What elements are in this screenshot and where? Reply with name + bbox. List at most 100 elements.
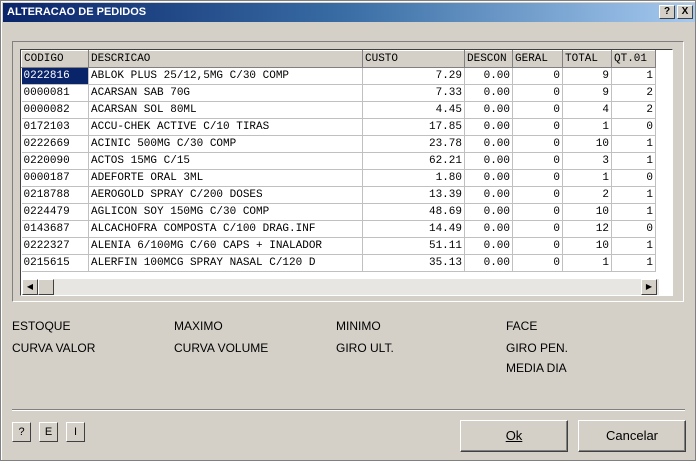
horizontal-scrollbar[interactable]: ◀ ▶ [22,279,659,295]
table-cell[interactable]: 0218788 [21,186,89,204]
table-cell[interactable]: 0 [512,220,563,238]
table-cell[interactable]: 0 [512,203,563,221]
table-cell[interactable]: 0.00 [464,237,513,255]
table-row[interactable]: 0000081 ACARSAN SAB 70G 7.33 0.00 0 9 2 [21,84,656,102]
table-cell[interactable]: 1 [611,186,656,204]
table-cell[interactable]: 0.00 [464,169,513,187]
column-header[interactable]: GERAL [512,50,563,68]
title-bar[interactable]: ALTERACAO DE PEDIDOS ? X [3,3,695,22]
table-cell[interactable]: 51.11 [362,237,465,255]
table-cell[interactable]: 2 [611,84,656,102]
table-cell[interactable]: 35.13 [362,254,465,272]
table-cell[interactable]: AEROGOLD SPRAY C/200 DOSES [88,186,363,204]
title-close-button[interactable]: X [677,5,693,19]
table-row[interactable]: 0215615 ALERFIN 100MCG SPRAY NASAL C/120 … [21,254,656,272]
title-help-button[interactable]: ? [659,5,675,19]
table-cell[interactable]: ALENIA 6/100MG C/60 CAPS + INALADOR [88,237,363,255]
column-header[interactable]: DESCRICAO [88,50,363,68]
table-cell[interactable]: 0 [512,254,563,272]
table-row[interactable]: 0222816 ABLOK PLUS 25/12,5MG C/30 COMP 7.2… [21,67,656,85]
table-cell[interactable]: 0222327 [21,237,89,255]
table-cell[interactable]: 0224479 [21,203,89,221]
table-cell[interactable]: 0.00 [464,203,513,221]
table-cell[interactable]: ADEFORTE ORAL 3ML [88,169,363,187]
table-cell[interactable]: ABLOK PLUS 25/12,5MG C/30 COMP [88,67,363,85]
table-row[interactable]: 0143687 ALCACHOFRA COMPOSTA C/100 DRAG.IN… [21,220,656,238]
table-row[interactable]: 0220090 ACTOS 15MG C/15 62.21 0.00 0 3 1 [21,152,656,170]
e-button[interactable]: E [39,422,58,442]
table-cell[interactable]: ACCU-CHEK ACTIVE C/10 TIRAS [88,118,363,136]
table-cell[interactable]: ACARSAN SOL 80ML [88,101,363,119]
table-cell[interactable]: 0.00 [464,67,513,85]
table-cell[interactable]: ACTOS 15MG C/15 [88,152,363,170]
table-cell[interactable]: 1 [611,237,656,255]
table-cell[interactable]: 0 [512,186,563,204]
horizontal-scroll-thumb[interactable] [38,279,54,295]
table-cell[interactable]: 10 [562,135,612,153]
column-header[interactable]: DESCON [464,50,513,68]
table-cell[interactable]: 4.45 [362,101,465,119]
table-row[interactable]: 0000082 ACARSAN SOL 80ML 4.45 0.00 0 4 2 [21,101,656,119]
table-row[interactable]: 0222327 ALENIA 6/100MG C/60 CAPS + INALAD… [21,237,656,255]
table-row[interactable]: 0222669 ACINIC 500MG C/30 COMP 23.78 0.00 0 1… [21,135,656,153]
table-cell[interactable]: 0.00 [464,254,513,272]
table-row[interactable]: 0000187 ADEFORTE ORAL 3ML 1.80 0.00 0 1 0 [21,169,656,187]
table-cell[interactable]: 9 [562,84,612,102]
help-button[interactable]: ? [12,422,31,442]
table-cell[interactable]: 1.80 [362,169,465,187]
table-cell[interactable]: 17.85 [362,118,465,136]
table-cell[interactable]: 62.21 [362,152,465,170]
arrow-right-icon[interactable]: ▶ [641,279,657,295]
table-cell[interactable]: AGLICON SOY 150MG C/30 COMP [88,203,363,221]
table-row[interactable]: 0218788 AEROGOLD SPRAY C/200 DOSES 13.39 0.… [21,186,656,204]
table-cell[interactable]: 0000081 [21,84,89,102]
cancel-button[interactable]: Cancelar [578,420,686,452]
column-header[interactable]: CODIGO [21,50,89,68]
table-cell[interactable]: 1 [562,169,612,187]
table-cell[interactable]: 0.00 [464,101,513,119]
i-button[interactable]: I [66,422,85,442]
table-cell[interactable]: 0220090 [21,152,89,170]
table-cell[interactable]: 3 [562,152,612,170]
table-cell[interactable]: 1 [611,152,656,170]
table-cell[interactable]: 1 [562,118,612,136]
column-header[interactable]: TOTAL [562,50,612,68]
table-cell[interactable]: 4 [562,101,612,119]
table-cell[interactable]: 0 [512,237,563,255]
table-cell[interactable]: 0143687 [21,220,89,238]
table-cell[interactable]: 2 [611,101,656,119]
table-cell[interactable]: 0.00 [464,84,513,102]
table-cell[interactable]: 1 [611,203,656,221]
table-cell[interactable]: 0 [512,169,563,187]
table-cell[interactable]: 0000187 [21,169,89,187]
table-cell[interactable]: 0 [512,152,563,170]
ok-button[interactable]: Ok [460,420,568,452]
table-cell[interactable]: 48.69 [362,203,465,221]
table-cell[interactable]: 7.29 [362,67,465,85]
table-cell[interactable]: 0 [512,101,563,119]
table-cell[interactable]: 7.33 [362,84,465,102]
arrow-left-icon[interactable]: ◀ [22,279,38,295]
table-cell[interactable]: 23.78 [362,135,465,153]
table-cell[interactable]: 0222816 [21,67,89,85]
table-cell[interactable]: 0172103 [21,118,89,136]
table-cell[interactable]: 0.00 [464,135,513,153]
table-cell[interactable]: 0222669 [21,135,89,153]
table-cell[interactable]: 1 [611,254,656,272]
table-cell[interactable]: 0 [512,118,563,136]
table-cell[interactable]: 0 [611,169,656,187]
table-cell[interactable]: ACARSAN SAB 70G [88,84,363,102]
table-cell[interactable]: 0 [611,220,656,238]
table-cell[interactable]: 9 [562,67,612,85]
table-cell[interactable]: 13.39 [362,186,465,204]
table-cell[interactable]: 1 [562,254,612,272]
table-cell[interactable]: 12 [562,220,612,238]
table-cell[interactable]: 1 [611,67,656,85]
table-cell[interactable]: 0.00 [464,118,513,136]
table-cell[interactable]: 0215615 [21,254,89,272]
column-header[interactable]: QT.01 [611,50,656,68]
table-cell[interactable]: 0.00 [464,186,513,204]
table-cell[interactable]: 14.49 [362,220,465,238]
table-cell[interactable]: 0 [512,67,563,85]
table-row[interactable]: 0172103 ACCU-CHEK ACTIVE C/10 TIRAS 17.85 0… [21,118,656,136]
